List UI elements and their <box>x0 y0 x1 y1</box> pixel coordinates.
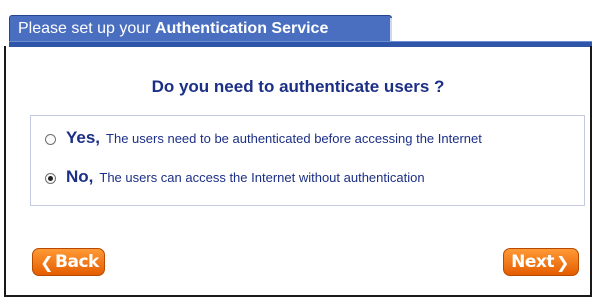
header-prefix: Please set up your <box>18 20 155 37</box>
yes-radio[interactable] <box>45 134 56 145</box>
yes-label: Yes, <box>66 128 101 147</box>
question-heading: Do you need to authenticate users ? <box>151 77 445 96</box>
option-yes[interactable]: Yes, The users need to be authenticated … <box>45 128 482 148</box>
back-button-label: Back <box>55 252 99 272</box>
header-tab: Please set up your Authentication Servic… <box>9 15 398 43</box>
no-label: No, <box>66 167 94 186</box>
header-title: Please set up your Authentication Servic… <box>18 20 328 38</box>
chevron-right-icon: ❯ <box>555 252 569 272</box>
back-button[interactable]: ❮ Back <box>32 248 105 276</box>
no-radio[interactable] <box>45 173 56 184</box>
option-no[interactable]: No, The users can access the Internet wi… <box>45 167 425 187</box>
yes-description: The users need to be authenticated befor… <box>106 130 482 146</box>
chevron-left-icon: ❮ <box>40 252 54 272</box>
options-box: Yes, The users need to be authenticated … <box>30 115 585 206</box>
next-button[interactable]: Next ❯ <box>503 248 579 276</box>
next-button-label: Next <box>511 252 554 272</box>
no-description: The users can access the Internet withou… <box>99 169 425 185</box>
header-title-bold: Authentication Service <box>154 20 329 37</box>
